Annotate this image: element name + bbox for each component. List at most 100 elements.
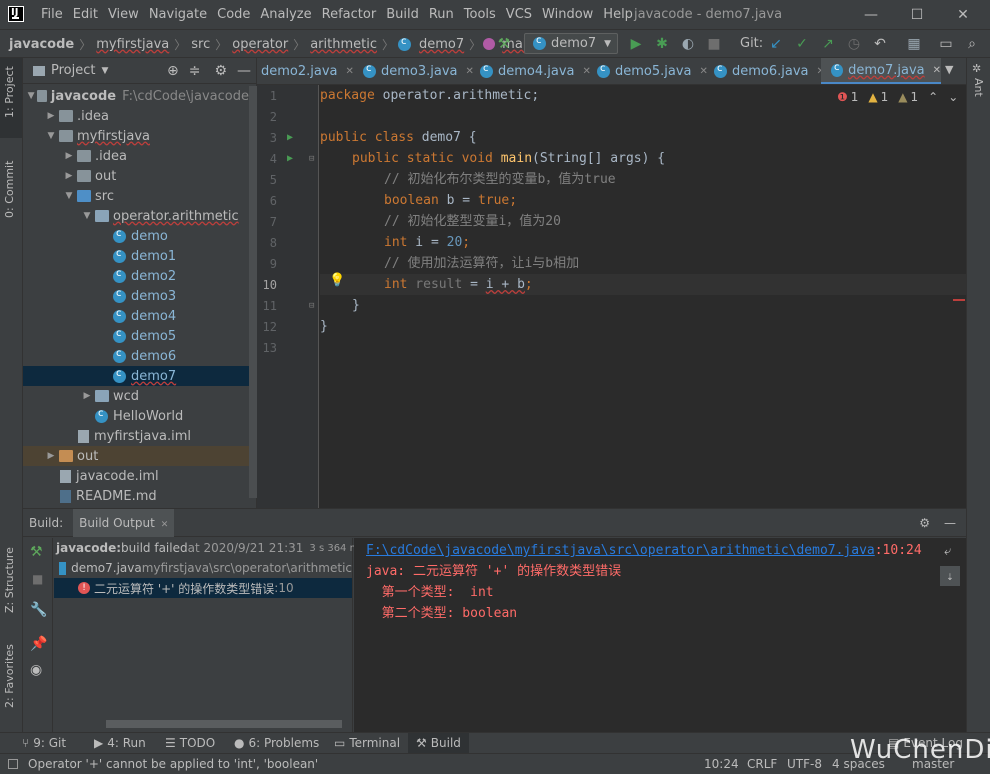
prev-highlight-icon[interactable]: ⌃ xyxy=(928,90,938,104)
minimize-button[interactable]: — xyxy=(848,0,894,30)
caret-position[interactable]: 10:24 xyxy=(704,754,739,774)
locate-icon[interactable]: ⊕ xyxy=(167,63,179,79)
maximize-button[interactable]: ☐ xyxy=(894,0,940,30)
next-highlight-icon[interactable]: ⌄ xyxy=(948,90,958,104)
tree-item-javacode[interactable]: ▼ javacode F:\cdCode\javacode xyxy=(23,86,249,106)
soft-wrap-icon[interactable]: ⤶ xyxy=(944,544,951,559)
tree-item-demo4[interactable]: demo4 xyxy=(23,306,249,326)
close-icon[interactable]: ✕ xyxy=(933,65,941,76)
tab-demo3[interactable]: demo3.java✕ xyxy=(361,58,479,84)
coverage-icon[interactable]: ◐ xyxy=(678,34,698,54)
project-panel-title[interactable]: Project xyxy=(51,63,95,78)
build-output-console[interactable]: F:\cdCode\javacode\myfirstjava\src\opera… xyxy=(354,538,966,733)
tab-demo2[interactable]: demo2.java ✕ xyxy=(257,58,365,84)
tree-item-idea[interactable]: ▶ .idea xyxy=(23,106,249,126)
menu-refactor[interactable]: Refactor xyxy=(317,0,382,30)
project-scrollbar[interactable] xyxy=(249,86,257,498)
tree-item-demo5[interactable]: demo5 xyxy=(23,326,249,346)
fold-icon[interactable]: ⊟ xyxy=(309,154,314,164)
file-link[interactable]: F:\cdCode\javacode\myfirstjava\src\opera… xyxy=(366,543,875,558)
code-editor[interactable]: 1 2 3 4 5 6 7 8 9 10 11 12 13 ▶ ▶ ⊟ ⊟ 💡 … xyxy=(257,85,966,508)
tool-window-terminal[interactable]: ▭ Terminal xyxy=(334,733,400,754)
tree-item-out-inner[interactable]: ▶ out xyxy=(23,166,249,186)
breadcrumb-src[interactable]: src xyxy=(188,37,213,52)
menu-run[interactable]: Run xyxy=(424,0,459,30)
breadcrumb-arithmetic[interactable]: arithmetic xyxy=(307,37,380,52)
tree-item-demo3[interactable]: demo3 xyxy=(23,286,249,306)
run-gutter-icon[interactable]: ▶ xyxy=(287,132,293,143)
breadcrumb-operator[interactable]: operator xyxy=(229,37,291,52)
menu-help[interactable]: Help xyxy=(598,0,638,30)
tree-item-demo[interactable]: demo xyxy=(23,226,249,246)
bulb-icon[interactable]: 💡 xyxy=(329,273,345,288)
build-hammer-icon[interactable]: ⚒ xyxy=(494,34,514,54)
tab-build-output[interactable]: Build Output ✕ xyxy=(73,508,175,537)
error-stripe-mark[interactable] xyxy=(953,299,965,301)
close-button[interactable]: ✕ xyxy=(940,0,986,30)
tab-demo7[interactable]: demo7.java✕ xyxy=(821,58,941,84)
tree-item-demo2[interactable]: demo2 xyxy=(23,266,249,286)
close-icon[interactable]: ✕ xyxy=(700,66,708,77)
tool-tab-ant[interactable]: Ant xyxy=(972,78,985,97)
menu-navigate[interactable]: Navigate xyxy=(144,0,212,30)
tree-item-myfirstjava[interactable]: ▼ myfirstjava xyxy=(23,126,249,146)
tool-window-git[interactable]: ⑂ 9: Git xyxy=(22,733,66,754)
tab-demo4[interactable]: demo4.java✕ xyxy=(478,58,596,84)
stop-icon[interactable]: ■ xyxy=(32,572,43,586)
pin-icon[interactable]: 📌 xyxy=(30,636,47,652)
tree-item-package[interactable]: ▼ operator.arithmetic xyxy=(23,206,249,226)
build-tree-error[interactable]: ! 二元运算符 '+' 的操作数类型错误 :10 xyxy=(54,578,352,598)
menu-window[interactable]: Window xyxy=(537,0,598,30)
file-encoding[interactable]: UTF-8 xyxy=(787,754,822,774)
run-icon[interactable]: ▶ xyxy=(626,34,646,54)
rebuild-hammer-icon[interactable]: ⚒ xyxy=(30,544,43,560)
menu-analyze[interactable]: Analyze xyxy=(255,0,316,30)
git-history-icon[interactable]: ◷ xyxy=(844,34,864,54)
tool-tab-favorites[interactable]: 2: Favorites xyxy=(3,644,16,708)
eye-icon[interactable]: ◉ xyxy=(30,662,42,678)
tree-item-src[interactable]: ▼ src xyxy=(23,186,249,206)
git-push-icon[interactable]: ↗ xyxy=(818,34,838,54)
tool-tab-structure[interactable]: Z: Structure xyxy=(3,547,16,613)
breadcrumb-javacode[interactable]: javacode xyxy=(6,37,77,52)
dropdown-arrow-icon[interactable]: ▼ xyxy=(101,66,108,76)
line-separator[interactable]: CRLF xyxy=(747,754,777,774)
tool-tab-commit[interactable]: 0: Commit xyxy=(3,161,16,218)
tree-item-readme[interactable]: README.md xyxy=(23,486,249,506)
menu-file[interactable]: File xyxy=(36,0,68,30)
menu-build[interactable]: Build xyxy=(381,0,424,30)
tool-window-run[interactable]: ▶ 4: Run xyxy=(94,733,146,754)
tree-item-idea-inner[interactable]: ▶ .idea xyxy=(23,146,249,166)
run-gutter-icon[interactable]: ▶ xyxy=(287,153,293,164)
fold-icon[interactable]: ⊟ xyxy=(309,301,314,311)
hide-icon[interactable]: — xyxy=(944,516,956,530)
tab-demo6[interactable]: demo6.java✕ xyxy=(712,58,830,84)
collapse-all-icon[interactable]: ≑ xyxy=(189,63,201,79)
build-tree-file[interactable]: demo7.java myfirstjava\src\operator\arit… xyxy=(54,558,352,578)
debug-icon[interactable]: ✱ xyxy=(652,34,672,54)
tool-window-todo[interactable]: ☰ TODO xyxy=(165,733,215,754)
tool-window-problems[interactable]: ● 6: Problems xyxy=(234,733,319,754)
breadcrumb-demo7[interactable]: demo7 xyxy=(416,37,467,52)
gear-icon[interactable]: ⚙ xyxy=(919,516,930,530)
tree-item-out[interactable]: ▶ out xyxy=(23,446,249,466)
tab-list-icon[interactable]: ▼ xyxy=(945,63,953,76)
tree-item-myfirstjava-iml[interactable]: myfirstjava.iml xyxy=(23,426,249,446)
tool-tab-project[interactable]: 1: Project xyxy=(3,66,16,118)
close-icon[interactable]: ✕ xyxy=(161,520,169,530)
inspection-widget[interactable]: ❶1 ▲ 1 ▲ 1 ⌃ ⌄ xyxy=(837,90,958,104)
menu-vcs[interactable]: VCS xyxy=(501,0,537,30)
gear-icon[interactable]: ⚙ xyxy=(214,63,227,79)
run-config-select[interactable]: demo7 ▼ xyxy=(524,33,618,54)
scroll-to-end-icon[interactable]: ⇣ xyxy=(940,566,960,586)
tab-demo5[interactable]: demo5.java✕ xyxy=(595,58,713,84)
presentation-icon[interactable]: ▭ xyxy=(936,34,956,54)
tree-item-javacode-iml[interactable]: javacode.iml xyxy=(23,466,249,486)
stop-icon[interactable]: ■ xyxy=(704,34,724,54)
git-commit-icon[interactable]: ✓ xyxy=(792,34,812,54)
menu-tools[interactable]: Tools xyxy=(459,0,501,30)
tree-item-helloworld[interactable]: HelloWorld xyxy=(23,406,249,426)
project-structure-icon[interactable]: ▦ xyxy=(904,34,924,54)
close-icon[interactable]: ✕ xyxy=(466,66,474,77)
close-icon[interactable]: ✕ xyxy=(583,66,591,77)
